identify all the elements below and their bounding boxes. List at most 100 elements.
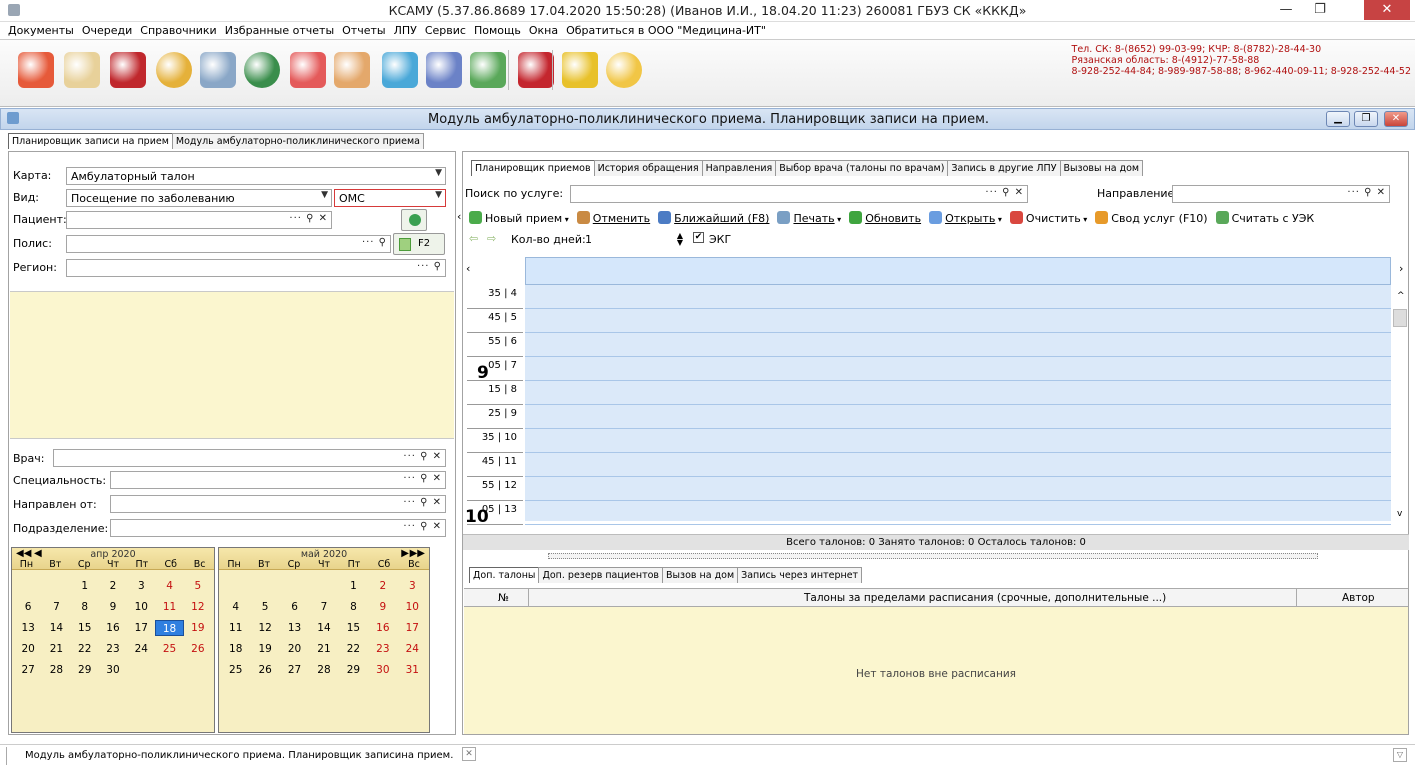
lookup-tools[interactable]: ··· ⚲ ✕ [289,213,328,224]
calendar-day[interactable]: 27 [280,662,309,678]
action-4-button[interactable]: Печать ▾ [777,211,841,225]
calendar-day[interactable]: 12 [250,620,279,636]
tab-scheduler[interactable]: Планировщик записи на прием [8,133,173,149]
calendar-day[interactable]: 9 [99,599,127,615]
chevron-down-icon[interactable]: ▼ [321,190,328,200]
calendar-day[interactable]: 15 [71,620,99,636]
vertical-scroll-thumb[interactable] [1393,309,1407,327]
calendar-day[interactable]: 15 [339,620,368,636]
lookup-tools[interactable]: ··· ⚲ ✕ [1347,187,1386,198]
syringe-icon[interactable] [200,52,236,88]
minimize-button[interactable]: — [1269,0,1303,20]
calendar-day[interactable]: 29 [71,662,99,678]
calendar-day[interactable]: 4 [221,599,250,615]
calendar-day[interactable]: 23 [99,641,127,657]
first-aid-icon[interactable] [290,52,326,88]
calendar-day[interactable]: 16 [368,620,397,636]
calendar-icon[interactable] [18,52,54,88]
calendar-day[interactable]: 13 [14,620,42,636]
chevron-down-icon[interactable]: ▾ [995,215,1002,224]
acrobat-icon[interactable] [518,52,554,88]
ekg-checkbox[interactable]: ✔ [693,232,704,243]
calendar-day[interactable]: 21 [42,641,70,657]
module-restore-button[interactable]: ❐ [1354,111,1378,127]
chevron-down-icon[interactable]: ▾ [562,215,569,224]
calendar-day[interactable]: 17 [127,620,155,636]
calendar-day[interactable]: 22 [339,641,368,657]
calendar-day[interactable]: 24 [127,641,155,657]
calendar-day[interactable]: 2 [99,578,127,594]
action-8-button[interactable]: Свод услуг (F10) [1095,211,1208,225]
polis-input[interactable]: ··· ⚲ [66,235,391,253]
network-icon[interactable] [470,52,506,88]
lookup-tools[interactable]: ··· ⚲ ✕ [403,451,442,462]
calendar-day[interactable]: 20 [280,641,309,657]
scheduler-tab[interactable]: Выбор врача (талоны по врачам) [775,160,949,176]
menu-item[interactable]: Сервис [421,22,470,37]
vid-select[interactable]: Посещение по заболеванию ▼ [66,189,332,207]
spec-input[interactable]: ··· ⚲ ✕ [110,471,446,489]
menu-item[interactable]: Окна [525,22,562,37]
f2-button[interactable]: F2 [393,233,445,255]
pill-icon[interactable] [382,52,418,88]
calendar-day[interactable]: 21 [309,641,338,657]
calendar-day[interactable]: 19 [250,641,279,657]
calendar-day[interactable]: 7 [42,599,70,615]
scheduler-tab[interactable]: Запись в другие ЛПУ [947,160,1061,176]
menu-item[interactable]: Отчеты [338,22,389,37]
calendar-day[interactable]: 18 [221,641,250,657]
calendar-day[interactable]: 6 [280,599,309,615]
lock-icon[interactable] [562,52,598,88]
service-search-input[interactable]: ··· ⚲ ✕ [570,185,1028,203]
action-2-button[interactable]: Отменить [576,211,650,225]
action-6-button[interactable]: Открыть ▾ [929,211,1002,225]
calendar-day[interactable]: 3 [398,578,427,594]
menu-item[interactable]: Обратиться в ООО "Медицина-ИТ" [562,22,770,37]
lookup-tools[interactable]: ··· ⚲ ✕ [403,473,442,484]
calendar-day[interactable]: 9 [368,599,397,615]
bottom-tab[interactable]: Вызов на дом [662,567,739,583]
action-5-button[interactable]: Обновить [849,211,921,225]
module-close-button[interactable]: ✕ [1384,111,1408,127]
scroll-up-icon[interactable]: ^ [1397,291,1405,301]
calendar-day[interactable]: 6 [14,599,42,615]
calendar-day[interactable]: 5 [184,578,212,594]
calendar-day[interactable]: 28 [42,662,70,678]
scroll-left-icon[interactable]: ‹ [457,210,461,223]
lookup-tools[interactable]: ··· ⚲ ✕ [403,521,442,532]
calendar-day[interactable]: 30 [99,662,127,678]
calendar-day[interactable]: 20 [14,641,42,657]
region-input[interactable]: ··· ⚲ [66,259,446,277]
globe-icon[interactable] [244,52,280,88]
calendar-day[interactable]: 25 [155,641,183,657]
menu-item[interactable]: Справочники [136,22,220,37]
close-tab-icon[interactable]: ✕ [462,747,476,761]
calendar-day[interactable]: 11 [155,599,183,615]
calendar-day[interactable]: 13 [280,620,309,636]
calendar-day[interactable]: 26 [184,641,212,657]
action-3-button[interactable]: Ближайший (F8) [658,211,769,225]
calendar-day[interactable]: 25 [221,662,250,678]
scheduler-tab[interactable]: Направления [701,160,777,176]
calendar-day[interactable]: 16 [99,620,127,636]
calendar-day[interactable]: 4 [155,578,183,594]
direction-input[interactable]: ··· ⚲ ✕ [1172,185,1390,203]
calendar-day[interactable]: 31 [398,662,427,678]
patient-add-button[interactable] [401,209,427,231]
calendar-day[interactable]: 29 [339,662,368,678]
stepper-icon[interactable]: ▲ ▼ [677,232,683,247]
scheduler-tab[interactable]: История обращения [593,160,703,176]
chevron-down-icon[interactable]: ▽ [1393,748,1407,762]
calendar-day[interactable]: 5 [250,599,279,615]
vrach-input[interactable]: ··· ⚲ ✕ [53,449,446,467]
calendar-day[interactable]: 1 [339,578,368,594]
arrow-left-icon[interactable]: ⇦ [469,232,478,245]
calendar-day[interactable]: 17 [398,620,427,636]
lookup-tools[interactable]: ··· ⚲ [417,261,442,272]
calendar-day[interactable]: 11 [221,620,250,636]
lookup-tools[interactable]: ··· ⚲ [362,237,387,248]
calendar-day[interactable]: 26 [250,662,279,678]
menu-item[interactable]: Документы [0,22,78,37]
podr-input[interactable]: ··· ⚲ ✕ [110,519,446,537]
scroll-right-icon[interactable]: › [1399,262,1403,275]
